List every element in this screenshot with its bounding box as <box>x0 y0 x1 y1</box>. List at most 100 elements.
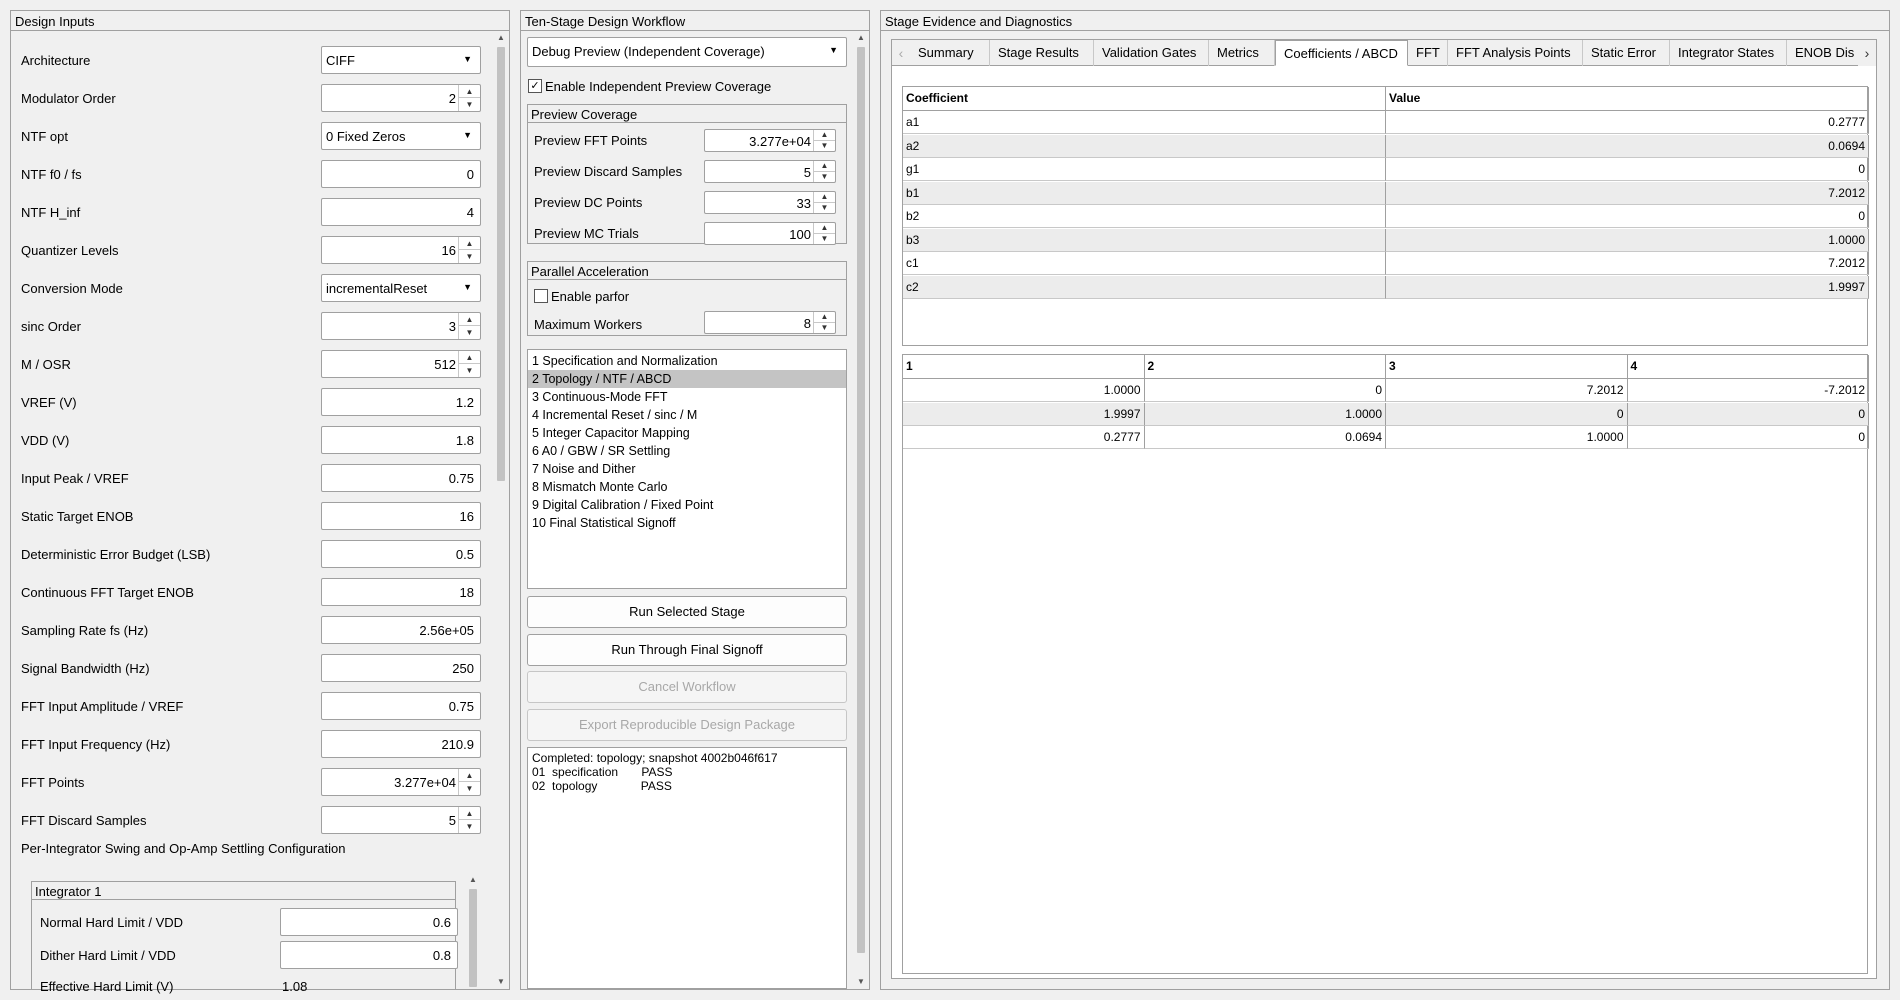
vref-v-input[interactable]: 1.2 <box>321 388 481 416</box>
spin-up-icon[interactable]: ▲ <box>459 85 480 98</box>
table-header-cell[interactable]: 1 <box>903 355 1145 379</box>
stage-list-item[interactable]: 6 A0 / GBW / SR Settling <box>528 442 846 460</box>
spinner-arrows[interactable]: ▲ ▼ <box>458 351 480 377</box>
spin-down-icon[interactable]: ▼ <box>814 172 835 183</box>
tab-validation-gates[interactable]: Validation Gates <box>1094 40 1209 66</box>
tab-integrator-states[interactable]: Integrator States <box>1670 40 1787 66</box>
spin-up-icon[interactable]: ▲ <box>459 807 480 820</box>
deterministic-error-budget-lsb-input[interactable]: 0.5 <box>321 540 481 568</box>
static-target-enob-input[interactable]: 16 <box>321 502 481 530</box>
stage-list-item[interactable]: 7 Noise and Dither <box>528 460 846 478</box>
export-design-package-button[interactable]: Export Reproducible Design Package <box>527 709 847 741</box>
conversion-mode-dropdown[interactable]: incrementalReset ▼ <box>321 274 481 302</box>
vdd-v-input[interactable]: 1.8 <box>321 426 481 454</box>
scroll-up-arrow-icon[interactable]: ▲ <box>495 33 507 45</box>
spin-up-icon[interactable]: ▲ <box>459 237 480 250</box>
table-header-cell[interactable]: Value <box>1386 87 1869 111</box>
spin-up-icon[interactable]: ▲ <box>459 313 480 326</box>
tab-enob-dis[interactable]: ENOB Dis <box>1787 40 1859 66</box>
spin-up-icon[interactable]: ▲ <box>459 351 480 364</box>
spinner-arrows[interactable]: ▲ ▼ <box>813 223 835 244</box>
stage-list-item[interactable]: 9 Digital Calibration / Fixed Point <box>528 496 846 514</box>
input-peak-vref-input[interactable]: 0.75 <box>321 464 481 492</box>
spinner-arrows[interactable]: ▲ ▼ <box>458 807 480 833</box>
ntf-h-inf-input[interactable]: 4 <box>321 198 481 226</box>
continuous-fft-target-enob-input[interactable]: 18 <box>321 578 481 606</box>
tab-summary[interactable]: Summary <box>910 40 990 66</box>
stage-list-item[interactable]: 4 Incremental Reset / sinc / M <box>528 406 846 424</box>
spinner-arrows[interactable]: ▲ ▼ <box>458 85 480 111</box>
table-header-cell[interactable]: 2 <box>1145 355 1386 379</box>
preview-discard-samples-spinner[interactable]: 5 ▲ ▼ <box>704 160 836 183</box>
preview-dc-points-spinner[interactable]: 33 ▲ ▼ <box>704 191 836 214</box>
preview-mc-trials-spinner[interactable]: 100 ▲ ▼ <box>704 222 836 245</box>
integrator-scrollbar[interactable]: ▲ <box>467 875 479 989</box>
max-workers-spinner[interactable]: 8 ▲ ▼ <box>704 311 836 334</box>
architecture-dropdown[interactable]: CIFF ▼ <box>321 46 481 74</box>
cancel-workflow-button[interactable]: Cancel Workflow <box>527 671 847 703</box>
fft-discard-samples-spinner[interactable]: 5 ▲ ▼ <box>321 806 481 834</box>
run-through-final-signoff-button[interactable]: Run Through Final Signoff <box>527 634 847 666</box>
spin-up-icon[interactable]: ▲ <box>459 769 480 782</box>
tab-metrics[interactable]: Metrics <box>1209 40 1275 66</box>
scroll-up-arrow-icon[interactable]: ▲ <box>855 33 867 45</box>
tab-scroll-right-icon[interactable]: › <box>1858 40 1876 66</box>
workflow-scroll-thumb[interactable] <box>857 47 865 953</box>
scroll-down-arrow-icon[interactable]: ▼ <box>495 977 507 989</box>
design-inputs-scrollbar[interactable]: ▲ ▼ <box>495 33 507 989</box>
tab-coefficients-abcd[interactable]: Coefficients / ABCD <box>1275 40 1408 66</box>
workflow-mode-dropdown[interactable]: Debug Preview (Independent Coverage) ▼ <box>527 37 847 67</box>
stage-list-item[interactable]: 8 Mismatch Monte Carlo <box>528 478 846 496</box>
fft-points-spinner[interactable]: 3.277e+04 ▲ ▼ <box>321 768 481 796</box>
modulator-order-spinner[interactable]: 2 ▲ ▼ <box>321 84 481 112</box>
quantizer-levels-spinner[interactable]: 16 ▲ ▼ <box>321 236 481 264</box>
scroll-up-arrow-icon[interactable]: ▲ <box>467 875 479 887</box>
stage-list-item[interactable]: 5 Integer Capacitor Mapping <box>528 424 846 442</box>
spin-down-icon[interactable]: ▼ <box>459 782 480 795</box>
spin-down-icon[interactable]: ▼ <box>459 98 480 111</box>
spin-up-icon[interactable]: ▲ <box>814 223 835 234</box>
spin-down-icon[interactable]: ▼ <box>814 203 835 214</box>
spinner-arrows[interactable]: ▲ ▼ <box>813 130 835 151</box>
spinner-arrows[interactable]: ▲ ▼ <box>458 769 480 795</box>
normal-hard-limit-input[interactable]: 0.6 <box>280 908 458 936</box>
spin-down-icon[interactable]: ▼ <box>459 820 480 833</box>
sinc-order-spinner[interactable]: 3 ▲ ▼ <box>321 312 481 340</box>
preview-fft-points-spinner[interactable]: 3.277e+04 ▲ ▼ <box>704 129 836 152</box>
spinner-arrows[interactable]: ▲ ▼ <box>813 312 835 333</box>
signal-bandwidth-hz-input[interactable]: 250 <box>321 654 481 682</box>
tab-static-error[interactable]: Static Error <box>1583 40 1670 66</box>
fft-input-amplitude-vref-input[interactable]: 0.75 <box>321 692 481 720</box>
spin-down-icon[interactable]: ▼ <box>459 250 480 263</box>
spin-up-icon[interactable]: ▲ <box>814 130 835 141</box>
stage-list-item[interactable]: 1 Specification and Normalization <box>528 352 846 370</box>
tab-fft-analysis-points[interactable]: FFT Analysis Points <box>1448 40 1583 66</box>
spin-up-icon[interactable]: ▲ <box>814 192 835 203</box>
scroll-down-arrow-icon[interactable]: ▼ <box>855 977 867 989</box>
spin-up-icon[interactable]: ▲ <box>814 161 835 172</box>
independent-coverage-checkbox[interactable]: ✓ <box>528 79 542 93</box>
spin-up-icon[interactable]: ▲ <box>814 312 835 323</box>
spin-down-icon[interactable]: ▼ <box>814 141 835 152</box>
table-header-cell[interactable]: 4 <box>1628 355 1869 379</box>
stage-list[interactable]: 1 Specification and Normalization 2 Topol… <box>527 349 847 589</box>
spinner-arrows[interactable]: ▲ ▼ <box>813 192 835 213</box>
integrator-scroll-thumb[interactable] <box>469 889 477 987</box>
tab-scroll-left-icon[interactable]: ‹ <box>892 40 910 66</box>
table-header-cell[interactable]: Coefficient <box>903 87 1386 111</box>
ntf-opt-dropdown[interactable]: 0 Fixed Zeros ▼ <box>321 122 481 150</box>
dither-hard-limit-input[interactable]: 0.8 <box>280 941 458 969</box>
workflow-scrollbar[interactable]: ▲ ▼ <box>855 33 867 989</box>
spinner-arrows[interactable]: ▲ ▼ <box>458 237 480 263</box>
fft-input-frequency-hz-input[interactable]: 210.9 <box>321 730 481 758</box>
enable-parfor-checkbox[interactable] <box>534 289 548 303</box>
spinner-arrows[interactable]: ▲ ▼ <box>813 161 835 182</box>
spinner-arrows[interactable]: ▲ ▼ <box>458 313 480 339</box>
spin-down-icon[interactable]: ▼ <box>459 326 480 339</box>
tab-fft[interactable]: FFT <box>1408 40 1448 66</box>
stage-list-item[interactable]: 3 Continuous-Mode FFT <box>528 388 846 406</box>
tab-stage-results[interactable]: Stage Results <box>990 40 1094 66</box>
spin-down-icon[interactable]: ▼ <box>814 323 835 334</box>
stage-list-item[interactable]: 2 Topology / NTF / ABCD <box>528 370 846 388</box>
design-inputs-scroll-thumb[interactable] <box>497 47 505 481</box>
